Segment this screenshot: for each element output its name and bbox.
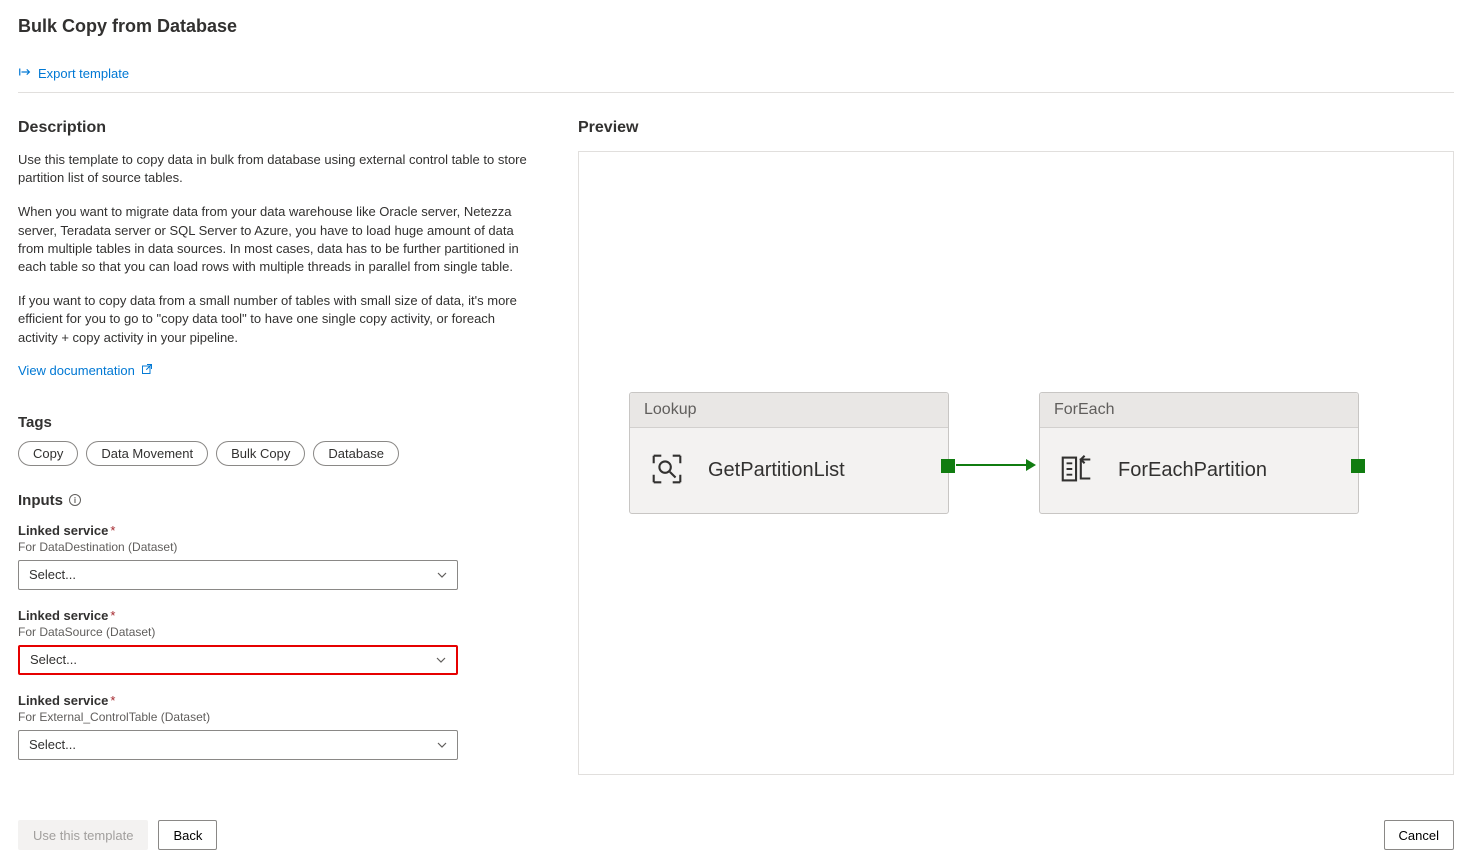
output-port[interactable] (941, 459, 955, 473)
required-marker: * (110, 693, 115, 708)
preview-heading: Preview (578, 119, 1454, 137)
info-icon[interactable]: i (69, 494, 81, 506)
foreach-icon (1058, 450, 1096, 491)
chevron-down-icon (437, 570, 447, 580)
lookup-icon (648, 450, 686, 491)
select-external-control-table[interactable]: Select... (18, 730, 458, 760)
field-sublabel: For DataDestination (Dataset) (18, 540, 538, 554)
inputs-heading: Inputs i (18, 492, 538, 509)
description-p3: If you want to copy data from a small nu… (18, 292, 538, 347)
use-this-template-button: Use this template (18, 820, 148, 850)
tag-bulk-copy[interactable]: Bulk Copy (216, 441, 305, 466)
cancel-button[interactable]: Cancel (1384, 820, 1454, 850)
select-value: Select... (29, 737, 76, 752)
chevron-down-icon (436, 655, 446, 665)
tag-database[interactable]: Database (313, 441, 399, 466)
view-documentation-link[interactable]: View documentation (18, 363, 153, 378)
select-data-destination[interactable]: Select... (18, 560, 458, 590)
node-header: Lookup (630, 393, 948, 428)
field-data-destination: Linked service* For DataDestination (Dat… (18, 523, 538, 590)
page-title: Bulk Copy from Database (18, 16, 1454, 37)
connector-arrow-icon (1026, 459, 1036, 471)
select-value: Select... (30, 652, 77, 667)
field-data-source: Linked service* For DataSource (Dataset)… (18, 608, 538, 675)
back-button[interactable]: Back (158, 820, 217, 850)
connector-line (956, 464, 1026, 466)
node-name: ForEachPartition (1118, 459, 1267, 482)
description-p2: When you want to migrate data from your … (18, 203, 538, 276)
tags-heading: Tags (18, 414, 538, 431)
output-port[interactable] (1351, 459, 1365, 473)
toolbar: Export template (18, 59, 1454, 93)
field-sublabel: For External_ControlTable (Dataset) (18, 710, 538, 724)
required-marker: * (110, 523, 115, 538)
tag-data-movement[interactable]: Data Movement (86, 441, 208, 466)
tag-row: Copy Data Movement Bulk Copy Database (18, 441, 538, 466)
field-sublabel: For DataSource (Dataset) (18, 625, 538, 639)
node-lookup[interactable]: Lookup GetPartition (629, 392, 949, 514)
field-label: Linked service (18, 523, 108, 538)
footer: Use this template Back Cancel (0, 809, 1472, 864)
external-link-icon (141, 363, 153, 378)
inputs-heading-label: Inputs (18, 492, 63, 509)
node-foreach[interactable]: ForEach ForEachPartition (1039, 392, 1359, 514)
view-documentation-label: View documentation (18, 363, 135, 378)
field-label: Linked service (18, 693, 108, 708)
export-template-link[interactable]: Export template (18, 65, 129, 82)
field-label: Linked service (18, 608, 108, 623)
description-text: Use this template to copy data in bulk f… (18, 151, 538, 347)
required-marker: * (110, 608, 115, 623)
preview-canvas[interactable]: Lookup GetPartition (578, 151, 1454, 775)
chevron-down-icon (437, 740, 447, 750)
select-data-source[interactable]: Select... (18, 645, 458, 675)
node-header: ForEach (1040, 393, 1358, 428)
tag-copy[interactable]: Copy (18, 441, 78, 466)
export-template-label: Export template (38, 66, 129, 81)
description-heading: Description (18, 119, 538, 137)
select-value: Select... (29, 567, 76, 582)
field-external-control-table: Linked service* For External_ControlTabl… (18, 693, 538, 760)
node-name: GetPartitionList (708, 459, 845, 482)
description-p1: Use this template to copy data in bulk f… (18, 151, 538, 187)
export-icon (18, 65, 32, 82)
